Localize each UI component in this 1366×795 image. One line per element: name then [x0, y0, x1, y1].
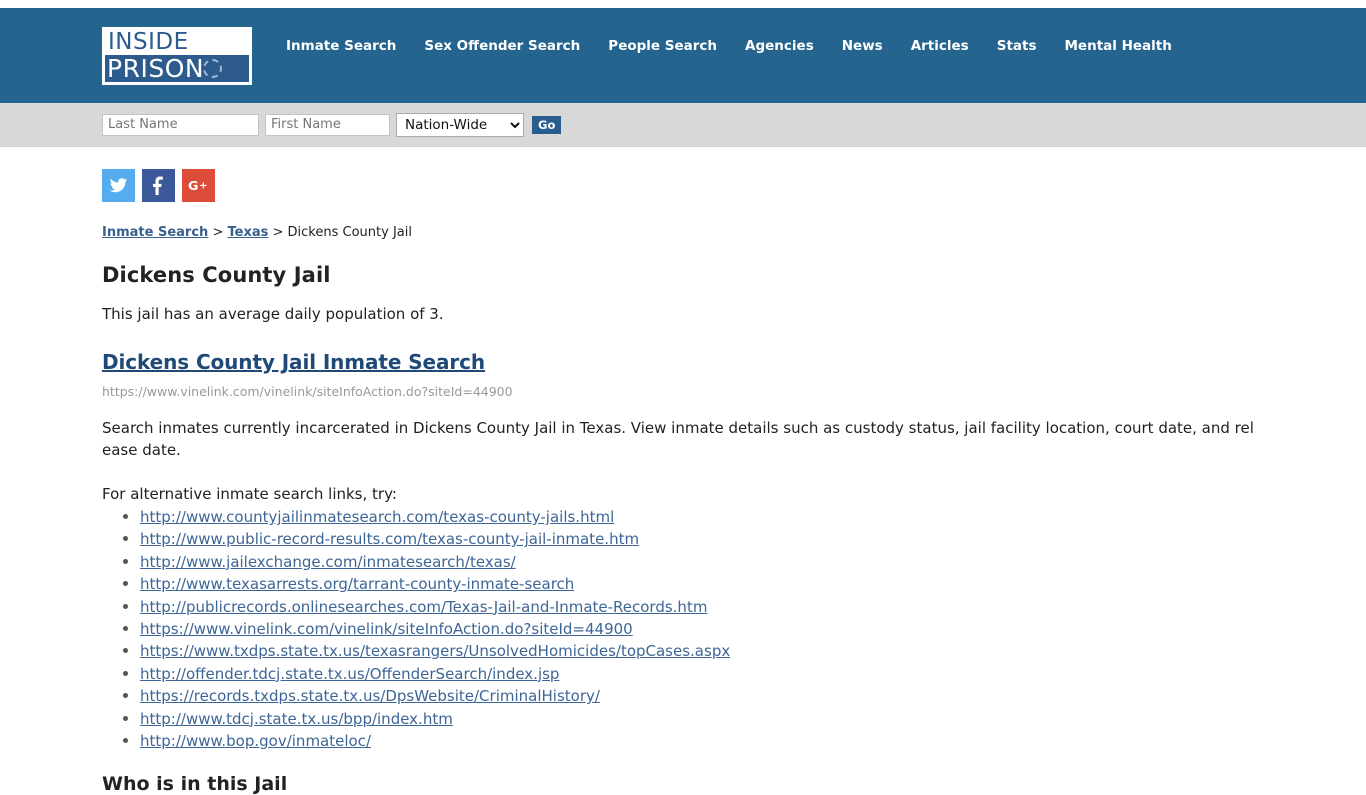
alt-links-list: http://www.countyjailinmatesearch.com/te… [102, 506, 1366, 752]
result-description: Search inmates currently incarcerated in… [102, 419, 1254, 459]
last-name-input[interactable] [102, 113, 259, 136]
page-title: Dickens County Jail [102, 263, 331, 287]
alt-link[interactable]: http://www.countyjailinmatesearch.com/te… [140, 508, 614, 526]
list-item: https://www.vinelink.com/vinelink/siteIn… [140, 618, 1366, 640]
nav-item-articles[interactable]: Articles [901, 37, 987, 55]
main-navigation: Inmate Search Sex Offender Search People… [286, 37, 1190, 55]
first-name-input[interactable] [265, 113, 390, 136]
list-item: https://records.txdps.state.tx.us/DpsWeb… [140, 685, 1366, 707]
twitter-icon[interactable] [102, 169, 135, 202]
alt-link[interactable]: http://offender.tdcj.state.tx.us/Offende… [140, 665, 559, 683]
logo-top-row: INSIDE [105, 30, 249, 54]
breadcrumb-item-inmate-search[interactable]: Inmate Search [102, 225, 208, 240]
search-go-button[interactable]: Go [532, 115, 562, 134]
list-item: http://publicrecords.onlinesearches.com/… [140, 596, 1366, 618]
svg-text:G: G [188, 179, 198, 194]
list-item: https://www.txdps.state.tx.us/texasrange… [140, 640, 1366, 662]
facebook-icon[interactable] [142, 169, 175, 202]
alt-link[interactable]: https://records.txdps.state.tx.us/DpsWeb… [140, 687, 600, 705]
list-item: http://www.texasarrests.org/tarrant-coun… [140, 573, 1366, 595]
search-bar: Nation-Wide Go [0, 103, 1366, 147]
logo-text-prison: PRISON [107, 55, 205, 82]
breadcrumb-separator-1: > [212, 225, 224, 240]
jail-population-text: This jail has an average daily populatio… [102, 305, 444, 323]
svg-text:+: + [199, 181, 207, 192]
list-item: http://www.public-record-results.com/tex… [140, 528, 1366, 550]
list-item: http://www.jailexchange.com/inmatesearch… [140, 551, 1366, 573]
alt-link[interactable]: http://publicrecords.onlinesearches.com/… [140, 598, 707, 616]
alt-link[interactable]: http://www.tdcj.state.tx.us/bpp/index.ht… [140, 710, 453, 728]
nav-item-agencies[interactable]: Agencies [735, 37, 832, 55]
nav-item-sex-offender-search[interactable]: Sex Offender Search [414, 37, 598, 55]
alt-links-intro: For alternative inmate search links, try… [102, 485, 397, 503]
site-logo[interactable]: INSIDE PRISON [102, 27, 252, 85]
google-plus-icon[interactable]: G + [182, 169, 215, 202]
list-item: http://offender.tdcj.state.tx.us/Offende… [140, 663, 1366, 685]
alt-link[interactable]: http://www.public-record-results.com/tex… [140, 530, 639, 548]
logo-text-inside: INSIDE [108, 30, 189, 54]
alt-link[interactable]: https://www.txdps.state.tx.us/texasrange… [140, 642, 730, 660]
alt-link[interactable]: http://www.jailexchange.com/inmatesearch… [140, 553, 516, 571]
breadcrumb-separator-2: > [272, 225, 284, 240]
page-content: G + Inmate Search > Texas > Dickens Coun… [0, 169, 1366, 795]
alt-link[interactable]: https://www.vinelink.com/vinelink/siteIn… [140, 620, 633, 638]
breadcrumb-item-texas[interactable]: Texas [227, 225, 268, 240]
breadcrumb: Inmate Search > Texas > Dickens County J… [102, 225, 1366, 241]
breadcrumb-item-current: Dickens County Jail [287, 225, 412, 240]
result-heading: Dickens County Jail Inmate Search [102, 347, 1366, 375]
list-item: http://www.tdcj.state.tx.us/bpp/index.ht… [140, 708, 1366, 730]
alt-link[interactable]: http://www.texasarrests.org/tarrant-coun… [140, 575, 574, 593]
nav-item-news[interactable]: News [832, 37, 901, 55]
alt-link[interactable]: http://www.bop.gov/inmateloc/ [140, 732, 371, 750]
site-header: INSIDE PRISON Inmate Search Sex Offender… [0, 8, 1366, 103]
nav-item-inmate-search[interactable]: Inmate Search [286, 37, 414, 55]
barbed-wire-circle-icon [203, 59, 222, 78]
list-item: http://www.countyjailinmatesearch.com/te… [140, 506, 1366, 528]
nav-item-stats[interactable]: Stats [987, 37, 1055, 55]
result-url: https://www.vinelink.com/vinelink/siteIn… [102, 384, 513, 399]
logo-bottom-row: PRISON [105, 55, 249, 82]
nav-item-mental-health[interactable]: Mental Health [1055, 37, 1190, 55]
social-share-bar: G + [102, 169, 1366, 202]
top-gutter [0, 0, 1366, 8]
list-item: http://www.bop.gov/inmateloc/ [140, 730, 1366, 752]
search-scope-select[interactable]: Nation-Wide [396, 112, 524, 137]
nav-item-people-search[interactable]: People Search [598, 37, 735, 55]
result-link[interactable]: Dickens County Jail Inmate Search [102, 350, 485, 374]
section-title-who-is-in-this-jail: Who is in this Jail [102, 773, 288, 795]
